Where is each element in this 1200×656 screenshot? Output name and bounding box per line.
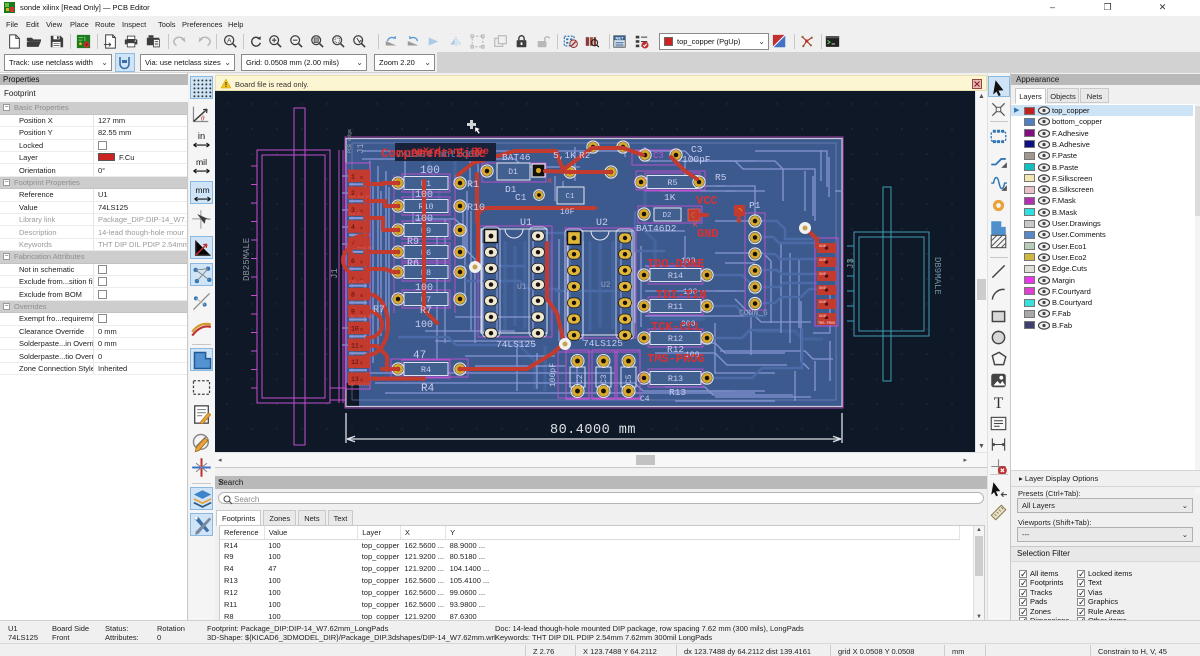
svg-text:x: x	[360, 175, 363, 181]
svg-text:R5: R5	[667, 178, 677, 188]
svg-text:R4: R4	[421, 365, 431, 375]
svg-text:R12: R12	[668, 334, 683, 344]
svg-text:R2: R2	[579, 150, 591, 161]
svg-text:J1: J1	[356, 143, 366, 154]
svg-text:100: 100	[415, 283, 433, 294]
svg-text:x: x	[360, 327, 363, 333]
svg-text:TCK-CCL: TCK-CCL	[651, 320, 701, 334]
svg-text:BAT46: BAT46	[502, 152, 531, 163]
svg-text:J3: J3	[846, 258, 856, 269]
svg-text:P1: P1	[749, 200, 761, 211]
svg-text:C5: C5	[625, 374, 634, 384]
svg-text:mil: mil	[196, 157, 207, 167]
svg-text:DB9MALE: DB9MALE	[932, 257, 942, 295]
svg-text:x: x	[360, 378, 363, 384]
svg-text:100pF: 100pF	[682, 154, 711, 165]
svg-text:R1: R1	[467, 180, 479, 191]
svg-text:U2: U2	[596, 218, 608, 229]
svg-text:100: 100	[420, 165, 440, 177]
svg-text:C2: C2	[576, 374, 585, 384]
svg-text:C1: C1	[515, 192, 527, 203]
svg-text:A: A	[227, 37, 232, 44]
svg-text:GND: GND	[819, 287, 827, 291]
svg-text:R7: R7	[420, 306, 432, 317]
svg-text:1: 1	[351, 173, 355, 180]
svg-text:T: T	[994, 395, 1004, 412]
svg-text:D1: D1	[508, 168, 518, 177]
svg-text:PCB edge: PCB edge	[347, 129, 353, 153]
svg-text:C1: C1	[565, 193, 575, 201]
svg-text:U2: U2	[601, 281, 611, 290]
svg-text:12: 12	[351, 359, 359, 366]
svg-text:47: 47	[413, 350, 426, 362]
svg-text:x: x	[360, 361, 363, 367]
svg-text:10: 10	[351, 325, 359, 332]
svg-text:10F: 10F	[560, 208, 575, 217]
svg-text:TDI-TIN: TDI-TIN	[656, 288, 706, 302]
svg-text:4: 4	[351, 224, 355, 231]
svg-text:100: 100	[415, 320, 433, 331]
svg-text:in: in	[198, 131, 205, 141]
svg-text:R11: R11	[668, 302, 683, 312]
svg-text:θ: θ	[201, 113, 205, 122]
svg-text:x: x	[360, 344, 363, 350]
svg-text:11: 11	[351, 342, 359, 349]
svg-text:J1: J1	[330, 268, 340, 279]
svg-text:5,1K: 5,1K	[553, 150, 576, 161]
svg-text:x: x	[360, 226, 363, 232]
svg-text:D2: D2	[662, 212, 671, 220]
svg-text:R13: R13	[669, 387, 686, 398]
svg-text:D2: D2	[665, 223, 677, 234]
svg-text:NET: NET	[616, 36, 625, 41]
svg-text:100pF: 100pF	[549, 363, 558, 387]
svg-text:R10: R10	[467, 203, 485, 214]
svg-text:TMS PROG: TMS PROG	[818, 322, 835, 326]
svg-text:GND: GND	[697, 227, 719, 241]
svg-text:100: 100	[415, 214, 433, 225]
svg-text:R5: R5	[715, 172, 727, 183]
svg-text:74LS125: 74LS125	[583, 338, 623, 349]
svg-text:GND: GND	[819, 259, 827, 263]
svg-text:GND: GND	[819, 315, 827, 319]
svg-text:CONN_6: CONN_6	[739, 309, 768, 318]
svg-text:C3: C3	[600, 374, 609, 384]
svg-text:U1: U1	[517, 283, 527, 292]
svg-text:9: 9	[351, 309, 355, 316]
svg-text:R6: R6	[407, 259, 419, 270]
svg-text:TDO-PROG-DR: TDO-PROG-DR	[349, 316, 373, 320]
svg-text:VCC: VCC	[696, 194, 718, 208]
svg-text:R4: R4	[421, 383, 435, 395]
svg-text:13: 13	[351, 376, 359, 383]
svg-text:TDO-DONE: TDO-DONE	[647, 257, 705, 271]
svg-text:CTRL-DT: CTRL-DT	[349, 281, 364, 285]
svg-text:C4: C4	[640, 395, 650, 404]
svg-text:mm: mm	[195, 185, 209, 195]
svg-text:1K: 1K	[664, 192, 676, 203]
svg-text:R13: R13	[668, 374, 683, 384]
svg-text:BAT46: BAT46	[636, 223, 665, 234]
svg-text:80.4000 mm: 80.4000 mm	[550, 423, 636, 438]
svg-text:C3: C3	[653, 151, 664, 161]
svg-text:GND-SELECT: GND-SELECT	[349, 384, 370, 388]
svg-text:6: 6	[351, 258, 355, 265]
svg-text:R14: R14	[668, 271, 683, 281]
svg-text:CLK-DT: CLK-DT	[349, 213, 362, 217]
svg-text:GND: GND	[819, 245, 827, 249]
svg-text:DB25MALE: DB25MALE	[242, 238, 252, 281]
svg-text:R7: R7	[373, 305, 385, 316]
svg-text:100: 100	[415, 190, 433, 201]
svg-text:GND: GND	[819, 301, 827, 305]
svg-text:8: 8	[351, 292, 355, 299]
svg-text:TMS-PROG: TMS-PROG	[647, 352, 705, 366]
svg-text:R9: R9	[407, 237, 419, 248]
svg-text:onXrd ant S0e: onXrd ant S0e	[411, 146, 489, 158]
svg-text:74LS125: 74LS125	[496, 339, 536, 350]
svg-text:x: x	[360, 293, 363, 299]
svg-text:GND: GND	[819, 273, 827, 277]
svg-text:U1: U1	[520, 218, 532, 229]
